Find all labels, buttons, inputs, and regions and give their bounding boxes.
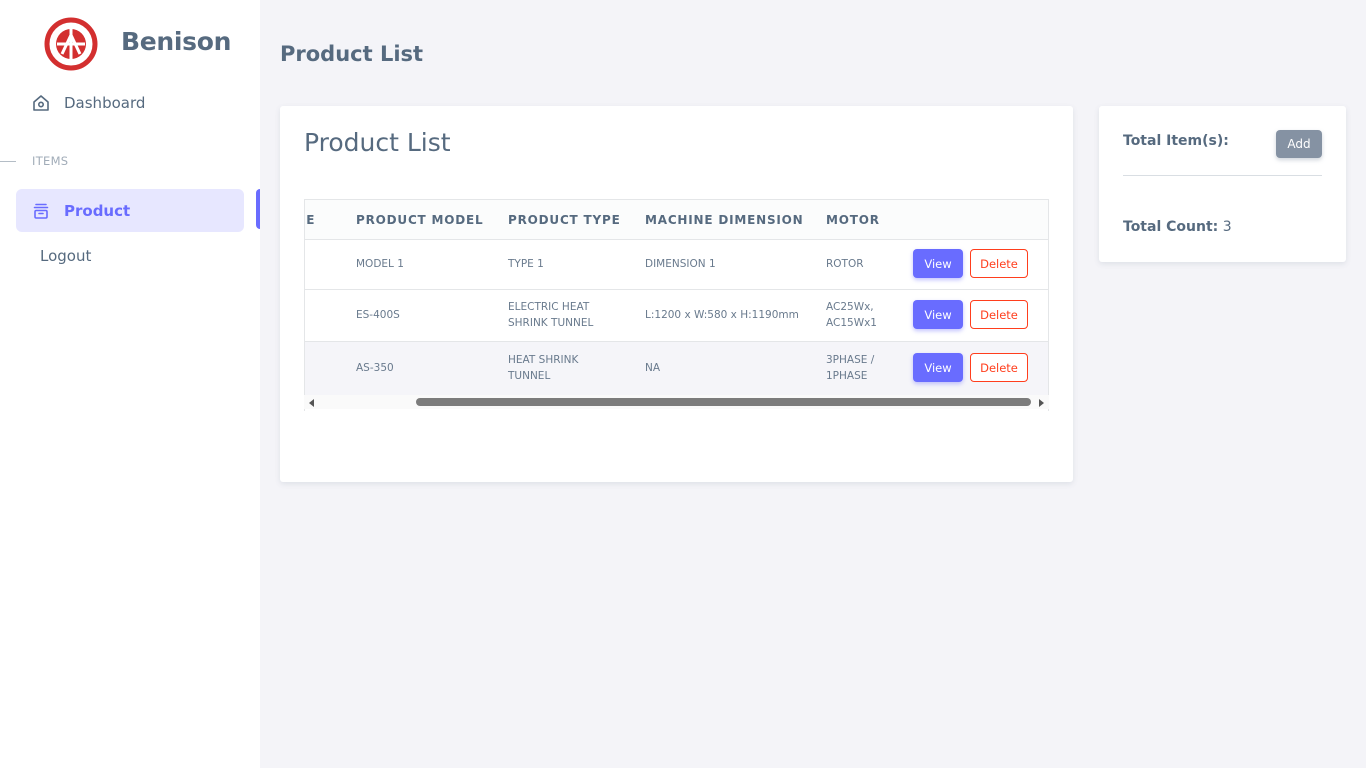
scroll-thumb[interactable] xyxy=(416,398,1031,406)
table-header: IE PRODUCT MODEL PRODUCT TYPE MACHINE DI… xyxy=(305,200,1048,240)
column-header[interactable]: MACHINE DIMENSION xyxy=(645,213,804,227)
sidebar-item-product[interactable]: Product xyxy=(16,189,244,232)
summary-card: Total Item(s): Add Total Count: 3 xyxy=(1099,106,1346,262)
cell-type-line2: TUNNEL xyxy=(508,370,551,382)
page-title: Product List xyxy=(280,42,424,66)
add-button[interactable]: Add xyxy=(1276,130,1322,158)
cell-motor-line2: AC15Wx1 xyxy=(826,317,877,329)
sidebar-item-label: Logout xyxy=(40,247,92,265)
cell-motor: 3PHASE / xyxy=(826,354,875,366)
column-header[interactable]: IE xyxy=(305,213,315,227)
horizontal-scrollbar[interactable] xyxy=(304,395,1049,409)
view-button[interactable]: View xyxy=(913,353,963,382)
total-count-label: Total Count: xyxy=(1123,219,1219,235)
cell-dimension: NA xyxy=(645,362,661,374)
sidebar-item-label: Product xyxy=(64,201,131,220)
column-header[interactable]: MOTOR xyxy=(826,213,880,227)
table-row: ES-400S ELECTRIC HEAT SHRINK TUNNEL L:12… xyxy=(305,290,1048,342)
divider xyxy=(1123,175,1322,176)
delete-button[interactable]: Delete xyxy=(970,249,1028,278)
table-row: MODEL 1 TYPE 1 DIMENSION 1 ROTOR View De… xyxy=(305,240,1048,290)
cell-model: MODEL 1 xyxy=(356,258,404,270)
view-button[interactable]: View xyxy=(913,300,963,329)
total-items-label: Total Item(s): xyxy=(1123,133,1229,149)
active-indicator xyxy=(256,189,260,229)
sidebar-item-dashboard[interactable]: Dashboard xyxy=(32,92,145,114)
total-count-value: 3 xyxy=(1222,219,1232,235)
brand-name: Benison xyxy=(121,27,232,56)
column-header[interactable]: PRODUCT TYPE xyxy=(508,213,621,227)
sidebar-item-logout[interactable]: Logout xyxy=(40,245,91,267)
product-table: IE PRODUCT MODEL PRODUCT TYPE MACHINE DI… xyxy=(304,199,1049,411)
cell-motor: AC25Wx, xyxy=(826,301,874,313)
column-header[interactable]: PRODUCT MODEL xyxy=(356,213,483,227)
total-count: Total Count: 3 xyxy=(1123,219,1232,235)
cell-motor: ROTOR xyxy=(826,258,864,270)
cell-motor-line2: 1PHASE xyxy=(826,370,868,382)
cell-dimension: DIMENSION 1 xyxy=(645,258,716,270)
cell-model: AS-350 xyxy=(356,362,394,374)
view-button[interactable]: View xyxy=(913,249,963,278)
cell-model: ES-400S xyxy=(356,309,400,321)
sidebar: Benison Dashboard ITEMS Product Logout xyxy=(0,0,260,768)
box-icon xyxy=(33,203,49,219)
section-divider xyxy=(0,161,16,162)
delete-button[interactable]: Delete xyxy=(970,353,1028,382)
card-title: Product List xyxy=(304,128,451,157)
delete-button[interactable]: Delete xyxy=(970,300,1028,329)
cell-dimension: L:1200 x W:580 x H:1190mm xyxy=(645,309,799,321)
scroll-left-arrow-icon[interactable] xyxy=(309,399,314,407)
cell-type: HEAT SHRINK xyxy=(508,354,579,366)
section-label: ITEMS xyxy=(32,154,69,168)
benison-logo-icon xyxy=(44,17,98,71)
cell-type: TYPE 1 xyxy=(508,258,544,270)
brand[interactable]: Benison xyxy=(44,17,231,71)
table-row: AS-350 HEAT SHRINK TUNNEL NA 3PHASE / 1P… xyxy=(305,342,1048,396)
product-list-card: Product List IE PRODUCT MODEL PRODUCT TY… xyxy=(280,106,1073,482)
home-icon xyxy=(33,95,49,111)
cell-type: ELECTRIC HEAT xyxy=(508,301,590,313)
sidebar-item-label: Dashboard xyxy=(64,94,146,112)
cell-type-line2: SHRINK TUNNEL xyxy=(508,317,594,329)
scroll-right-arrow-icon[interactable] xyxy=(1039,399,1044,407)
